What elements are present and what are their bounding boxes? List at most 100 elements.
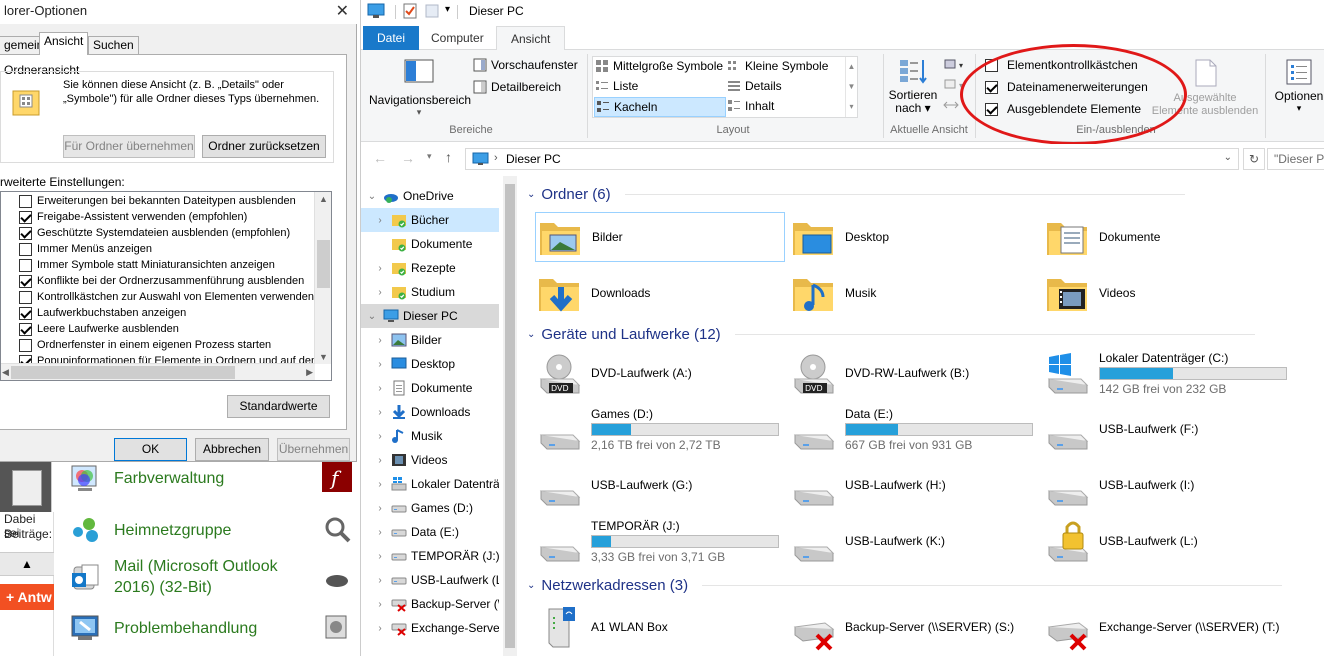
chevron-down-icon[interactable]: ⌄ xyxy=(1224,152,1232,163)
drive-tile[interactable]: DVD DVD-Laufwerk (A:) xyxy=(535,348,785,398)
cp-item-troubleshooting[interactable]: Problembehandlung xyxy=(70,612,257,644)
item-checkboxes-checkbox[interactable] xyxy=(985,58,998,72)
section-header-folders[interactable]: ⌄ Ordner (6) xyxy=(527,186,1185,203)
scroll-up-icon[interactable]: ▲ xyxy=(319,194,328,204)
chevron-icon[interactable]: › xyxy=(373,383,387,394)
vertical-scrollbar[interactable]: ▲ ▼ xyxy=(314,192,331,364)
flash-player-icon[interactable]: f xyxy=(322,462,352,492)
layout-list[interactable]: Liste xyxy=(595,79,638,93)
setting-checkbox[interactable] xyxy=(19,322,32,336)
mouse-icon[interactable] xyxy=(322,566,352,596)
advanced-setting-item[interactable]: Freigabe-Assistent verwenden (empfohlen) xyxy=(19,209,247,225)
hidden-items-checkbox[interactable] xyxy=(985,102,998,116)
ok-button[interactable]: OK xyxy=(114,438,187,461)
nav-item-drive[interactable]: › TEMPORÄR (J:) xyxy=(361,544,499,568)
chevron-icon[interactable]: ⌄ xyxy=(365,311,379,322)
setting-checkbox[interactable] xyxy=(19,194,32,208)
nav-item-folder-green[interactable]: › Studium xyxy=(361,280,499,304)
section-header-network[interactable]: ⌄ Netzwerkadressen (3) xyxy=(527,577,1283,594)
nav-item-drive[interactable]: › Games (D:) xyxy=(361,496,499,520)
advanced-setting-item[interactable]: Immer Menüs anzeigen xyxy=(19,241,152,257)
chevron-icon[interactable]: › xyxy=(373,527,387,538)
network-tile[interactable]: Backup-Server (\\SERVER) (S:) xyxy=(789,602,1039,652)
chevron-icon[interactable]: › xyxy=(373,335,387,346)
recent-locations-icon[interactable]: ▾ xyxy=(427,151,432,162)
layout-details[interactable]: Details xyxy=(727,79,782,93)
setting-checkbox[interactable] xyxy=(19,226,32,240)
section-header-drives[interactable]: ⌄ Geräte und Laufwerke (12) xyxy=(527,326,1255,343)
options-button[interactable]: Optionen ▾ xyxy=(1273,58,1324,114)
cancel-button[interactable]: Abbrechen xyxy=(195,438,269,461)
nav-item-music[interactable]: › Musik xyxy=(361,424,499,448)
drive-tile[interactable]: Games (D:) 2,16 TB frei von 2,72 TB xyxy=(535,404,785,454)
chevron-icon[interactable]: › xyxy=(373,287,387,298)
drive-tile[interactable]: DVD DVD-RW-Laufwerk (B:) xyxy=(789,348,1039,398)
drive-tile[interactable]: Data (E:) 667 GB frei von 931 GB xyxy=(789,404,1039,454)
network-tile[interactable]: A1 WLAN Box xyxy=(535,602,785,652)
chevron-icon[interactable]: › xyxy=(373,215,387,226)
scroll-thumb[interactable] xyxy=(317,240,330,288)
back-icon[interactable]: ← xyxy=(373,150,387,166)
details-pane-button[interactable]: Detailbereich xyxy=(473,80,561,94)
new-folder-icon[interactable] xyxy=(425,4,439,21)
defaults-button[interactable]: Standardwerte xyxy=(227,395,330,418)
drive-tile[interactable]: USB-Laufwerk (F:) xyxy=(1043,404,1293,454)
network-tile[interactable]: Exchange-Server (\\SERVER) (T:) xyxy=(1043,602,1293,652)
setting-checkbox[interactable] xyxy=(19,242,32,256)
folder-tile[interactable]: Desktop xyxy=(789,212,1039,262)
chevron-down-icon[interactable]: ▾ xyxy=(445,4,450,15)
nav-item-drive[interactable]: › USB-Laufwerk (L xyxy=(361,568,499,592)
drive-tile[interactable]: USB-Laufwerk (G:) xyxy=(535,460,785,510)
chevron-icon[interactable]: › xyxy=(373,263,387,274)
chevron-icon[interactable]: › xyxy=(373,599,387,610)
forward-icon[interactable]: → xyxy=(401,150,415,166)
scroll-left-icon[interactable]: ◀ xyxy=(2,367,9,378)
reply-button[interactable]: + Antw xyxy=(0,584,54,610)
nav-item-netdrive[interactable]: › Exchange-Server xyxy=(361,616,499,640)
advanced-setting-item[interactable]: Konflikte bei der Ordnerzusammenführung … xyxy=(19,273,304,289)
nav-item-documents[interactable]: › Dokumente xyxy=(361,376,499,400)
nav-item-pc[interactable]: ⌄ Dieser PC xyxy=(361,304,499,328)
chevron-icon[interactable]: › xyxy=(373,431,387,442)
preview-pane-button[interactable]: Vorschaufenster xyxy=(473,58,578,72)
drive-tile[interactable]: Lokaler Datenträger (C:) 142 GB frei von … xyxy=(1043,348,1293,398)
hide-selected-button[interactable]: Ausgewählte Elemente ausblenden xyxy=(1147,58,1263,118)
advanced-settings-list[interactable]: Erweiterungen bei bekannten Dateitypen a… xyxy=(0,191,332,381)
chevron-icon[interactable]: › xyxy=(373,455,387,466)
chevron-icon[interactable]: › xyxy=(373,575,387,586)
file-extensions-toggle[interactable]: Dateinamenerweiterungen xyxy=(985,80,1148,94)
chevron-icon[interactable]: › xyxy=(373,503,387,514)
fit-columns-button[interactable] xyxy=(943,98,959,115)
nav-item-netdrive[interactable]: › Backup-Server (\ xyxy=(361,592,499,616)
drive-tile[interactable]: TEMPORÄR (J:) 3,33 GB frei von 3,71 GB xyxy=(535,516,785,566)
nav-item-downloads[interactable]: › Downloads xyxy=(361,400,499,424)
navigation-pane-button[interactable]: Navigationsbereich ▾ xyxy=(369,56,471,118)
nav-item-desktop[interactable]: › Desktop xyxy=(361,352,499,376)
apply-button[interactable]: Übernehmen xyxy=(277,438,350,461)
computer-icon[interactable] xyxy=(367,3,385,22)
nav-item-videos[interactable]: › Videos xyxy=(361,448,499,472)
horizontal-scrollbar[interactable]: ◀ ▶ xyxy=(1,363,315,380)
layout-content[interactable]: Inhalt xyxy=(727,99,774,113)
nav-item-drive[interactable]: › Data (E:) xyxy=(361,520,499,544)
setting-checkbox[interactable] xyxy=(19,290,32,304)
tab-view[interactable]: Ansicht xyxy=(496,26,566,51)
nav-scrollbar[interactable] xyxy=(503,176,517,656)
drive-tile[interactable]: USB-Laufwerk (L:) xyxy=(1043,516,1293,566)
refresh-icon[interactable]: ↻ xyxy=(1243,148,1265,170)
nav-item-folder-green[interactable]: › Bücher xyxy=(361,208,499,232)
chevron-icon[interactable]: › xyxy=(373,623,387,634)
add-columns-button[interactable]: ▾ xyxy=(943,78,969,95)
advanced-setting-item[interactable]: Geschützte Systemdateien ausblenden (emp… xyxy=(19,225,290,241)
hidden-items-toggle[interactable]: Ausgeblendete Elemente xyxy=(985,102,1141,116)
sort-by-button[interactable]: Sortieren nach ▾ xyxy=(887,56,939,115)
item-checkboxes-toggle[interactable]: Elementkontrollkästchen xyxy=(985,58,1138,72)
drive-tile[interactable]: USB-Laufwerk (H:) xyxy=(789,460,1039,510)
advanced-setting-item[interactable]: Ordnerfenster in einem eigenen Prozess s… xyxy=(19,337,271,353)
setting-checkbox[interactable] xyxy=(19,338,32,352)
cp-item-mail[interactable]: Mail (Microsoft Outlook 2016) (32-Bit) xyxy=(70,556,310,598)
group-by-button[interactable]: ▾ xyxy=(943,58,969,75)
advanced-setting-item[interactable]: Erweiterungen bei bekannten Dateitypen a… xyxy=(19,193,296,209)
tab-search[interactable]: Suchen xyxy=(88,36,139,55)
nav-item-windrive[interactable]: › Lokaler Datenträ xyxy=(361,472,499,496)
